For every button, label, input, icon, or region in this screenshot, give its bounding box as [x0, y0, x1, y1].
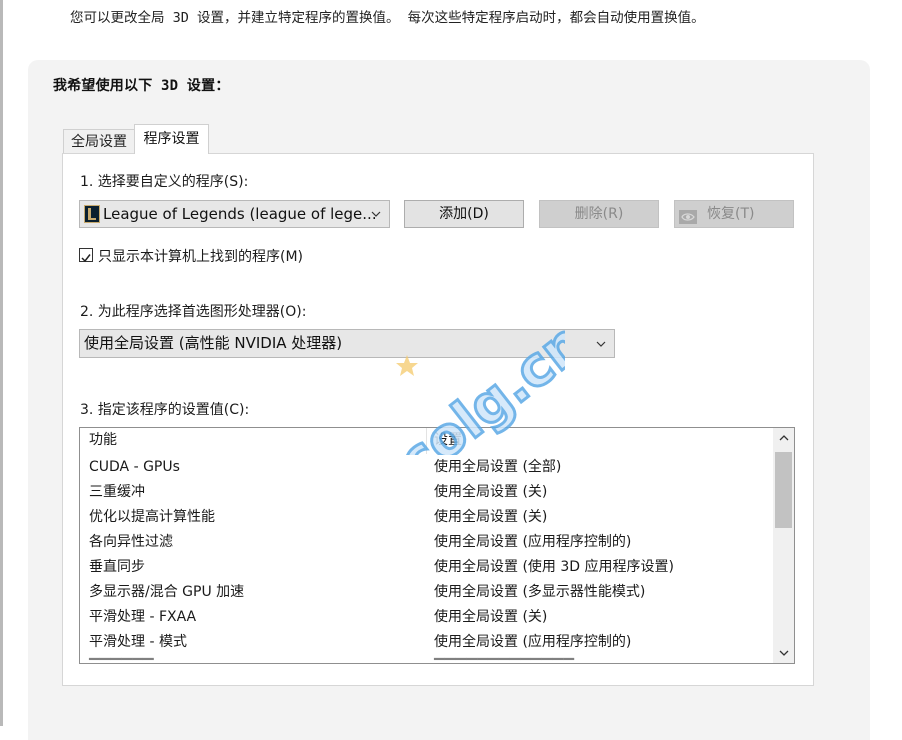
- table-row[interactable]: 三重缓冲 使用全局设置 (关): [80, 480, 774, 505]
- chevron-down-icon: [596, 330, 606, 367]
- table-row[interactable]: 垂直同步 使用全局设置 (使用 3D 应用程序设置): [80, 555, 774, 580]
- lol-logo-icon: [84, 205, 100, 223]
- table-row[interactable]: CUDA - GPUs 使用全局设置 (全部): [80, 455, 774, 480]
- row-feature: 垂直同步: [89, 559, 145, 575]
- tab-program-settings[interactable]: 程序设置: [134, 124, 209, 154]
- table-row[interactable]: 各向异性过滤 使用全局设置 (应用程序控制的): [80, 530, 774, 555]
- select-program-label: 1. 选择要自定义的程序(S):: [80, 174, 249, 190]
- table-row[interactable]: 平滑处理 - 模式 使用全局设置 (应用程序控制的): [80, 630, 774, 655]
- restore-button[interactable]: 恢复(T): [674, 200, 794, 228]
- scroll-thumb[interactable]: [775, 452, 792, 528]
- table-row[interactable]: 平滑处理 - FXAA 使用全局设置 (关): [80, 605, 774, 630]
- row-setting-partial: ▔▔▔▔▔▔▔▔▔▔▔▔▔: [434, 655, 574, 663]
- scroll-up-icon[interactable]: [773, 428, 794, 448]
- nvidia-logo-icon: [679, 207, 697, 224]
- restore-button-label: 恢复(T): [707, 206, 755, 222]
- row-setting: 使用全局设置 (使用 3D 应用程序设置): [434, 559, 674, 575]
- column-header-feature[interactable]: 功能: [89, 428, 117, 453]
- tab-global-settings[interactable]: 全局设置: [63, 129, 135, 153]
- row-feature: CUDA - GPUs: [89, 459, 180, 475]
- show-found-programs-checkbox[interactable]: [79, 248, 93, 263]
- column-divider[interactable]: [426, 428, 427, 454]
- table-row[interactable]: 多显示器/混合 GPU 加速 使用全局设置 (多显示器性能模式): [80, 580, 774, 605]
- row-feature: 多显示器/混合 GPU 加速: [89, 584, 245, 600]
- scroll-down-icon[interactable]: [773, 643, 794, 663]
- row-feature: 平滑处理 - 模式: [89, 634, 187, 650]
- table-row-partial[interactable]: ▔▔▔▔▔▔ ▔▔▔▔▔▔▔▔▔▔▔▔▔: [80, 655, 774, 663]
- settings-list[interactable]: 功能 设置 CUDA - GPUs 使用全局设置 (全部) 三重缓冲 使用全局设…: [79, 427, 795, 664]
- table-row[interactable]: 优化以提高计算性能 使用全局设置 (关): [80, 505, 774, 530]
- row-setting: 使用全局设置 (全部): [434, 459, 562, 475]
- list-scrollbar[interactable]: [773, 428, 794, 663]
- row-feature: 优化以提高计算性能: [89, 509, 215, 525]
- program-select[interactable]: League of Legends (league of lege...: [79, 200, 390, 228]
- list-header: 功能 设置: [80, 428, 774, 454]
- chevron-down-icon: [371, 201, 381, 237]
- row-setting: 使用全局设置 (关): [434, 484, 548, 500]
- gpu-select[interactable]: 使用全局设置 (高性能 NVIDIA 处理器): [79, 329, 615, 358]
- gpu-preference-label: 2. 为此程序选择首选图形处理器(O):: [80, 304, 307, 320]
- intro-text: 您可以更改全局 3D 设置，并建立特定程序的置换值。 每次这些特定程序启动时，都…: [70, 10, 705, 26]
- checkmark-icon: [81, 254, 91, 263]
- row-feature: 三重缓冲: [89, 484, 145, 500]
- program-select-value: League of Legends (league of lege...: [103, 205, 377, 223]
- column-header-setting[interactable]: 设置: [434, 428, 462, 453]
- row-setting: 使用全局设置 (应用程序控制的): [434, 634, 632, 650]
- row-feature-partial: ▔▔▔▔▔▔: [89, 655, 154, 663]
- row-feature: 平滑处理 - FXAA: [89, 609, 197, 625]
- show-found-programs-label: 只显示本计算机上找到的程序(M): [98, 249, 304, 265]
- row-setting: 使用全局设置 (关): [434, 609, 548, 625]
- add-button[interactable]: 添加(D): [404, 200, 524, 228]
- gpu-select-value: 使用全局设置 (高性能 NVIDIA 处理器): [84, 334, 343, 352]
- row-setting: 使用全局设置 (多显示器性能模式): [434, 584, 646, 600]
- program-settings-label: 3. 指定该程序的设置值(C):: [80, 402, 250, 418]
- row-setting: 使用全局设置 (关): [434, 509, 548, 525]
- row-feature: 各向异性过滤: [89, 534, 173, 550]
- remove-button[interactable]: 删除(R): [539, 200, 659, 228]
- row-setting: 使用全局设置 (应用程序控制的): [434, 534, 632, 550]
- panel-title: 我希望使用以下 3D 设置：: [53, 78, 230, 94]
- window-left-edge: [0, 0, 3, 726]
